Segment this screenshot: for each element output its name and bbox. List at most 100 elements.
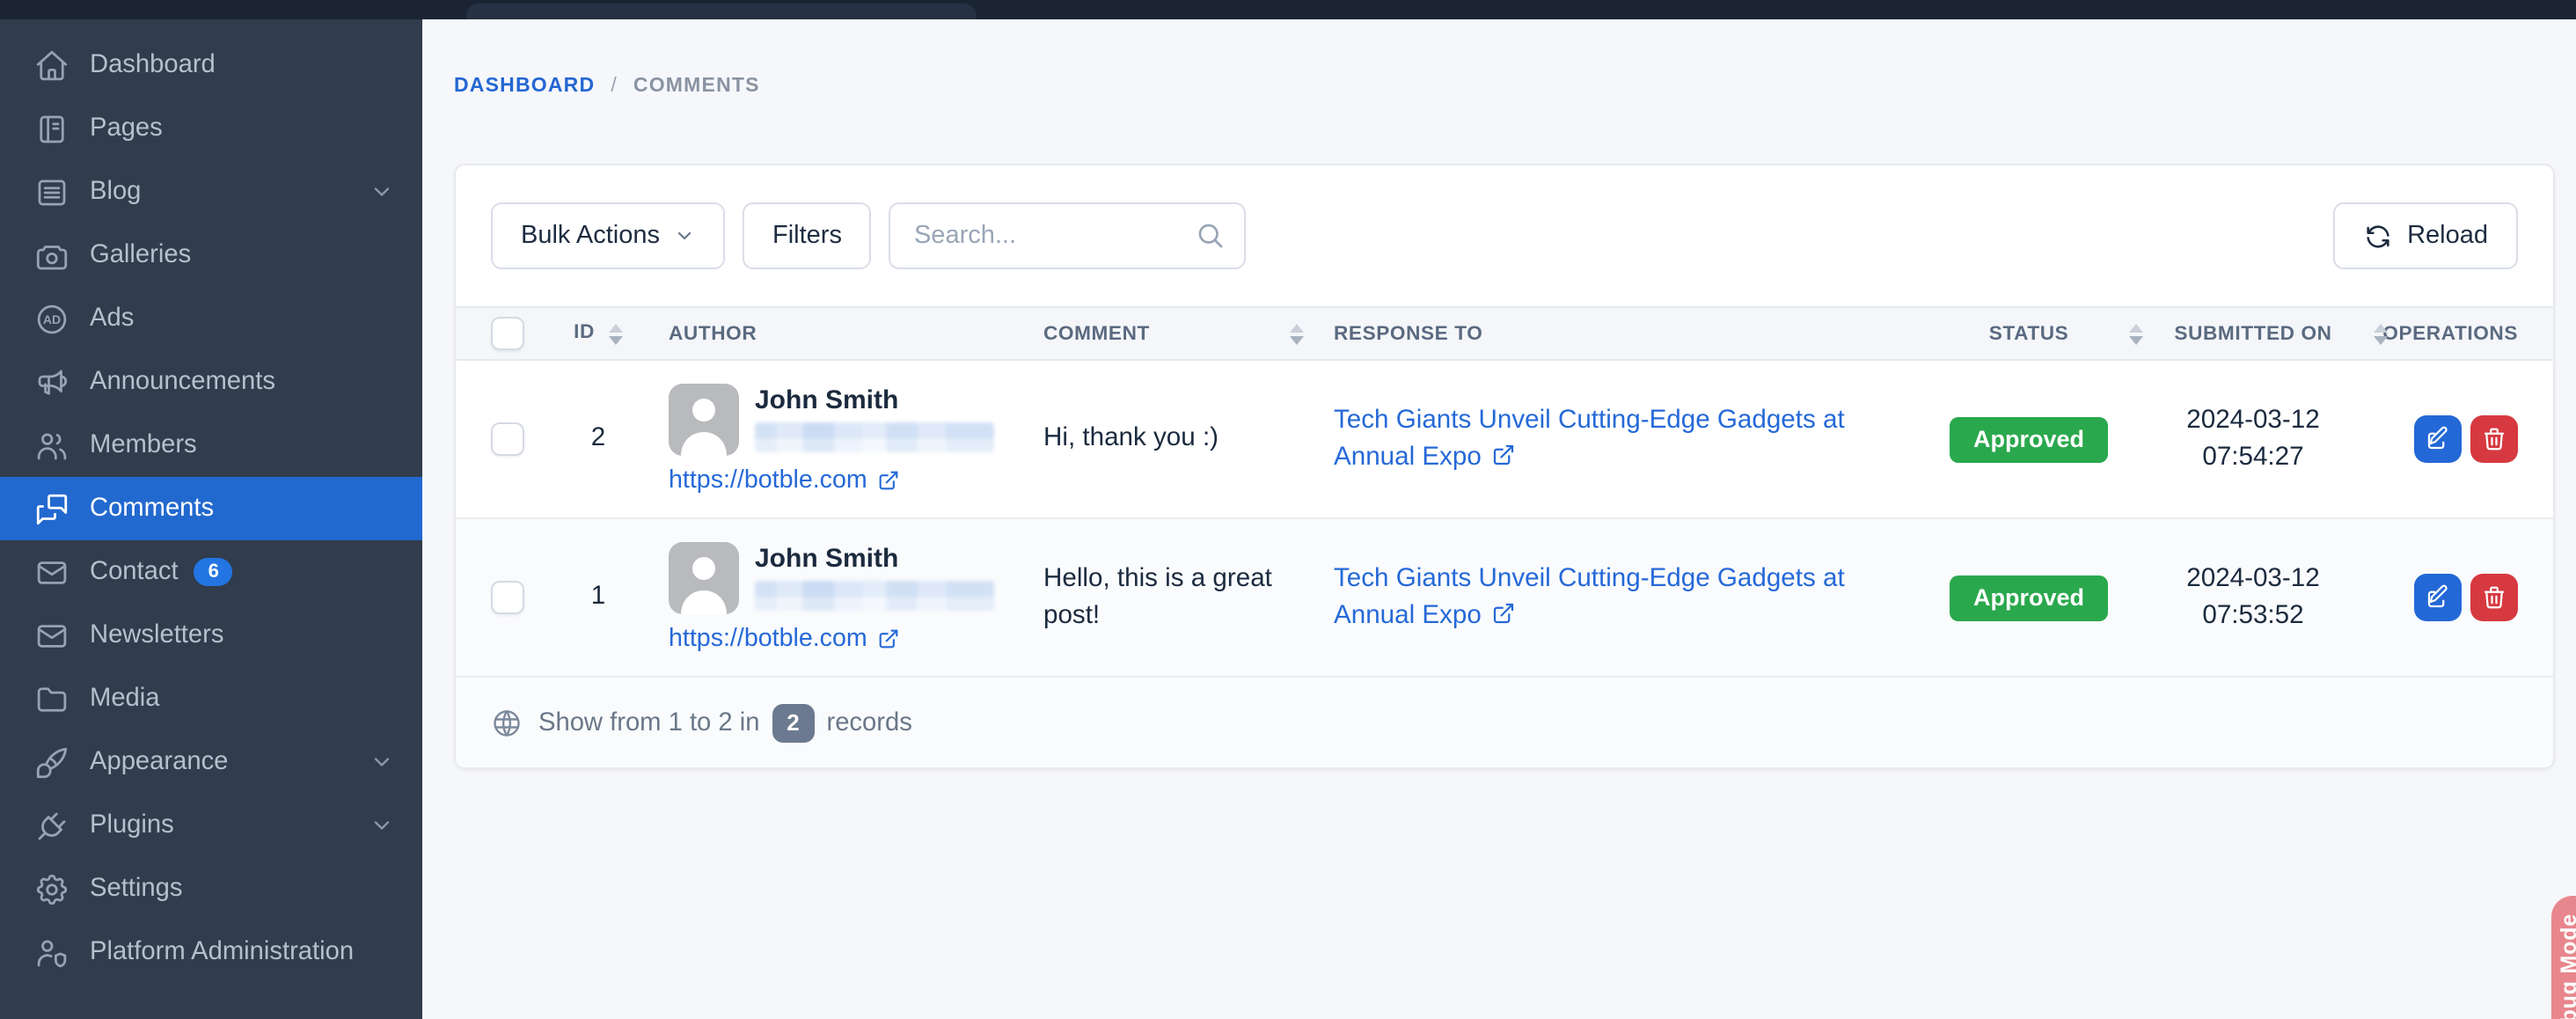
response-post-link[interactable]: Tech Giants Unveil Cutting-Edge Gadgets … bbox=[1334, 564, 1845, 629]
table-row: 1 John Smith https://botble.com Hello, t… bbox=[456, 519, 2553, 678]
table-row: 2 John Smith https://botble.com Hi, than… bbox=[456, 361, 2553, 519]
column-label-submitted-on: SUBMITTED ON bbox=[2174, 323, 2331, 344]
column-header-comment[interactable]: COMMENT bbox=[1005, 323, 1290, 344]
sidebar-item-members[interactable]: Members bbox=[0, 414, 422, 477]
reload-button[interactable]: Reload bbox=[2333, 202, 2518, 269]
sidebar-item-contact[interactable]: Contact 6 bbox=[0, 540, 422, 604]
bulk-actions-label: Bulk Actions bbox=[521, 222, 660, 250]
sidebar-item-media[interactable]: Media bbox=[0, 667, 422, 730]
chevron-down-icon bbox=[370, 750, 394, 774]
table-toolbar: Bulk Actions Filters Reload bbox=[456, 165, 2553, 306]
filters-button[interactable]: Filters bbox=[743, 202, 872, 269]
row-checkbox[interactable] bbox=[491, 422, 524, 456]
column-header-status[interactable]: STATUS bbox=[1932, 323, 2126, 344]
row-id-cell: 2 bbox=[554, 421, 642, 458]
external-link-icon bbox=[1490, 599, 1517, 626]
sidebar-item-blog[interactable]: Blog bbox=[0, 160, 422, 224]
records-summary-prefix: Show from 1 to 2 in bbox=[538, 708, 759, 737]
app-root: Dashboard Pages Blog Galleries AD Ads An… bbox=[0, 0, 2576, 1019]
table-footer: Show from 1 to 2 in 2 records bbox=[456, 678, 2553, 767]
sidebar-item-label: Appearance bbox=[90, 748, 228, 776]
external-link-icon bbox=[1490, 441, 1517, 467]
edit-button[interactable] bbox=[2414, 415, 2462, 463]
sidebar-item-label: Announcements bbox=[90, 368, 275, 396]
comment-text: Hi, thank you :) bbox=[1043, 421, 1311, 458]
response-post-link[interactable]: Tech Giants Unveil Cutting-Edge Gadgets … bbox=[1334, 406, 1845, 471]
row-checkbox[interactable] bbox=[491, 581, 524, 614]
select-all-checkbox[interactable] bbox=[491, 317, 524, 350]
column-header-id[interactable]: ID bbox=[554, 323, 642, 344]
breadcrumb: DASHBOARD / COMMENTS bbox=[454, 76, 760, 97]
sidebar-item-appearance[interactable]: Appearance bbox=[0, 730, 422, 794]
sidebar-item-label: Settings bbox=[90, 875, 182, 903]
sidebar-item-galleries[interactable]: Galleries bbox=[0, 224, 422, 287]
search-box bbox=[889, 202, 1247, 269]
breadcrumb-dashboard-link[interactable]: DASHBOARD bbox=[454, 76, 595, 97]
debug-mode-label: Debug Mode bbox=[2557, 913, 2576, 1019]
edit-icon bbox=[2425, 426, 2451, 452]
row-comment-cell: Hello, this is a great post! bbox=[1005, 561, 1290, 634]
mail-icon bbox=[33, 553, 70, 590]
author-website-link[interactable]: https://botble.com bbox=[669, 625, 1005, 653]
search-input[interactable] bbox=[889, 202, 1247, 269]
sidebar-item-label: Comments bbox=[90, 495, 214, 523]
comments-icon bbox=[33, 490, 70, 527]
filters-label: Filters bbox=[772, 222, 842, 250]
column-header-response-to[interactable]: RESPONSE TO bbox=[1290, 323, 1932, 344]
sidebar-item-pages[interactable]: Pages bbox=[0, 97, 422, 160]
column-label-operations: OPERATIONS bbox=[2382, 323, 2518, 344]
reload-icon bbox=[2363, 221, 2393, 251]
plug-icon bbox=[33, 807, 70, 844]
row-id-cell: 1 bbox=[554, 579, 642, 616]
records-summary-suffix: records bbox=[826, 708, 911, 737]
delete-button[interactable] bbox=[2470, 574, 2518, 621]
delete-button[interactable] bbox=[2470, 415, 2518, 463]
row-response-cell: Tech Giants Unveil Cutting-Edge Gadgets … bbox=[1290, 402, 1932, 476]
sidebar-item-plugins[interactable]: Plugins bbox=[0, 794, 422, 857]
comment-text: Hello, this is a great post! bbox=[1043, 561, 1311, 634]
edit-button[interactable] bbox=[2414, 574, 2462, 621]
sidebar-item-platform-administration[interactable]: Platform Administration bbox=[0, 920, 422, 984]
sidebar-item-label: Galleries bbox=[90, 241, 191, 269]
author-website-url: https://botble.com bbox=[669, 466, 867, 495]
row-author-cell: John Smith https://botble.com bbox=[642, 384, 1005, 495]
author-email-redacted bbox=[755, 422, 994, 452]
author-website-link[interactable]: https://botble.com bbox=[669, 466, 1005, 495]
trash-icon bbox=[2481, 426, 2507, 452]
row-response-cell: Tech Giants Unveil Cutting-Edge Gadgets … bbox=[1290, 561, 1932, 634]
sidebar-item-settings[interactable]: Settings bbox=[0, 857, 422, 920]
sidebar-item-label: Blog bbox=[90, 178, 141, 206]
row-author-cell: John Smith https://botble.com bbox=[642, 542, 1005, 653]
submitted-time: 07:53:52 bbox=[2126, 597, 2381, 634]
breadcrumb-current: COMMENTS bbox=[633, 76, 760, 97]
sidebar-item-announcements[interactable]: Announcements bbox=[0, 350, 422, 414]
sidebar-item-dashboard[interactable]: Dashboard bbox=[0, 33, 422, 97]
row-comment-cell: Hi, thank you :) bbox=[1005, 421, 1290, 458]
comments-table-card: Bulk Actions Filters Reload ID bbox=[454, 164, 2555, 769]
row-operations-cell bbox=[2381, 574, 2518, 621]
response-post-title: Tech Giants Unveil Cutting-Edge Gadgets … bbox=[1334, 406, 1845, 471]
sidebar-item-label: Platform Administration bbox=[90, 938, 354, 966]
column-header-submitted-on[interactable]: SUBMITTED ON bbox=[2126, 323, 2381, 344]
sort-arrows-icon[interactable] bbox=[609, 323, 623, 344]
search-icon bbox=[1196, 220, 1227, 252]
submitted-date: 2024-03-12 bbox=[2126, 561, 2381, 597]
row-operations-cell bbox=[2381, 415, 2518, 463]
sidebar-item-ads[interactable]: AD Ads bbox=[0, 287, 422, 350]
sidebar-item-newsletters[interactable]: Newsletters bbox=[0, 604, 422, 667]
sidebar-item-label: Ads bbox=[90, 304, 134, 333]
header-select-all bbox=[491, 317, 554, 350]
author-email-redacted bbox=[755, 581, 994, 611]
globe-icon bbox=[491, 707, 523, 738]
response-post-title: Tech Giants Unveil Cutting-Edge Gadgets … bbox=[1334, 564, 1845, 629]
sidebar-item-comments[interactable]: Comments bbox=[0, 477, 422, 540]
column-label-response-to: RESPONSE TO bbox=[1334, 323, 1482, 344]
top-bar bbox=[0, 0, 2576, 19]
user-shield-icon bbox=[33, 934, 70, 971]
column-header-author[interactable]: AUTHOR bbox=[642, 323, 1005, 344]
bulk-actions-button[interactable]: Bulk Actions bbox=[491, 202, 725, 269]
sidebar-item-label: Dashboard bbox=[90, 51, 216, 79]
debug-mode-ribbon[interactable]: Debug Mode bbox=[2551, 896, 2576, 1019]
sidebar-item-label: Members bbox=[90, 431, 197, 459]
sort-arrows-icon[interactable] bbox=[2374, 323, 2388, 344]
